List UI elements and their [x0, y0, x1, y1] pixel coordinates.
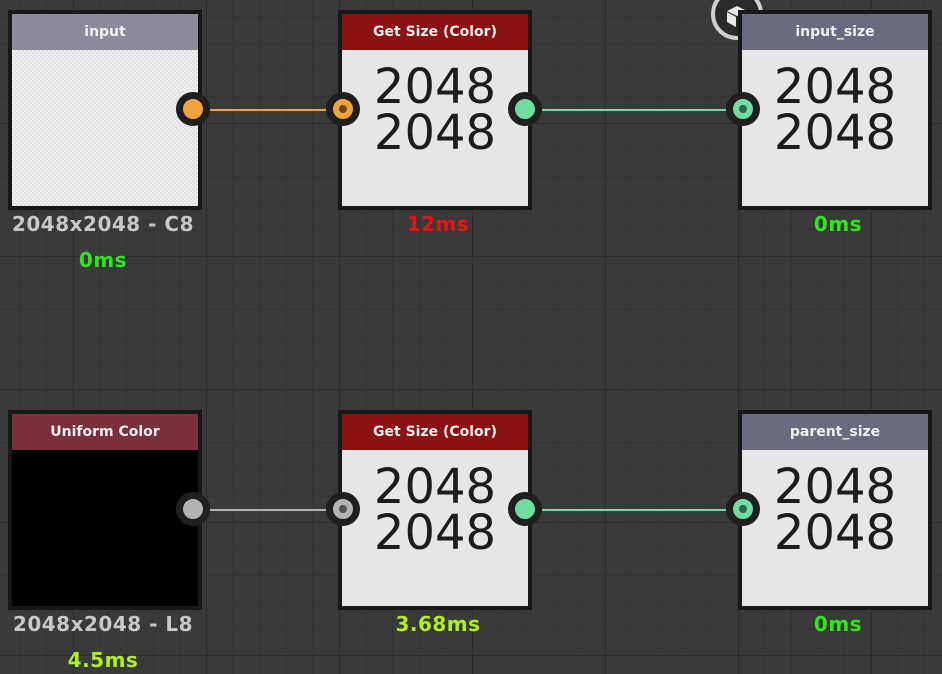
node-thumbnail: 2048 2048 [742, 50, 928, 206]
size-readout: 2048 2048 [342, 59, 528, 161]
input-port-input-size[interactable] [726, 92, 760, 126]
size-height: 2048 [773, 505, 897, 561]
node-title: input_size [742, 14, 928, 50]
node-input[interactable]: input [8, 10, 202, 210]
node-time-get-size-top: 12ms [406, 212, 470, 236]
output-port-get-size-bottom[interactable] [508, 492, 542, 526]
output-port-get-size-top[interactable] [508, 92, 542, 126]
size-height: 2048 [773, 105, 897, 161]
node-time-get-size-bottom: 3.68ms [395, 612, 481, 636]
output-port-input[interactable] [176, 92, 210, 126]
size-height: 2048 [373, 505, 497, 561]
node-title: Get Size (Color) [342, 14, 528, 50]
node-time-input-size: 0ms [813, 212, 863, 236]
node-title: Uniform Color [12, 414, 198, 450]
node-uniform-color[interactable]: Uniform Color [8, 410, 202, 610]
node-time-input: 0ms [78, 248, 128, 272]
node-title: Get Size (Color) [342, 414, 528, 450]
size-readout: 2048 2048 [342, 459, 528, 561]
node-title: input [12, 14, 198, 50]
size-height: 2048 [373, 105, 497, 161]
input-port-parent-size[interactable] [726, 492, 760, 526]
size-readout: 2048 2048 [742, 459, 928, 561]
node-time-parent-size: 0ms [813, 612, 863, 636]
node-input-size[interactable]: input_size 2048 2048 [738, 10, 932, 210]
size-width: 2048 [773, 459, 897, 515]
node-time-uniform-color: 4.5ms [67, 648, 139, 672]
node-thumbnail: 2048 2048 [342, 50, 528, 206]
node-info-uniform-color: 2048x2048 - L8 [12, 612, 194, 636]
node-get-size-top[interactable]: Get Size (Color) 2048 2048 [338, 10, 532, 210]
node-thumbnail: 2048 2048 [742, 450, 928, 606]
input-port-get-size-bottom[interactable] [326, 492, 360, 526]
size-width: 2048 [773, 59, 897, 115]
output-port-uniform-color[interactable] [176, 492, 210, 526]
input-port-get-size-top[interactable] [326, 92, 360, 126]
size-width: 2048 [373, 59, 497, 115]
size-width: 2048 [373, 459, 497, 515]
node-parent-size[interactable]: parent_size 2048 2048 [738, 410, 932, 610]
node-thumbnail: 2048 2048 [342, 450, 528, 606]
size-readout: 2048 2048 [742, 59, 928, 161]
node-title: parent_size [742, 414, 928, 450]
node-thumbnail [12, 450, 198, 606]
node-info-input: 2048x2048 - C8 [11, 212, 195, 236]
node-get-size-bottom[interactable]: Get Size (Color) 2048 2048 [338, 410, 532, 610]
node-thumbnail [12, 50, 198, 206]
